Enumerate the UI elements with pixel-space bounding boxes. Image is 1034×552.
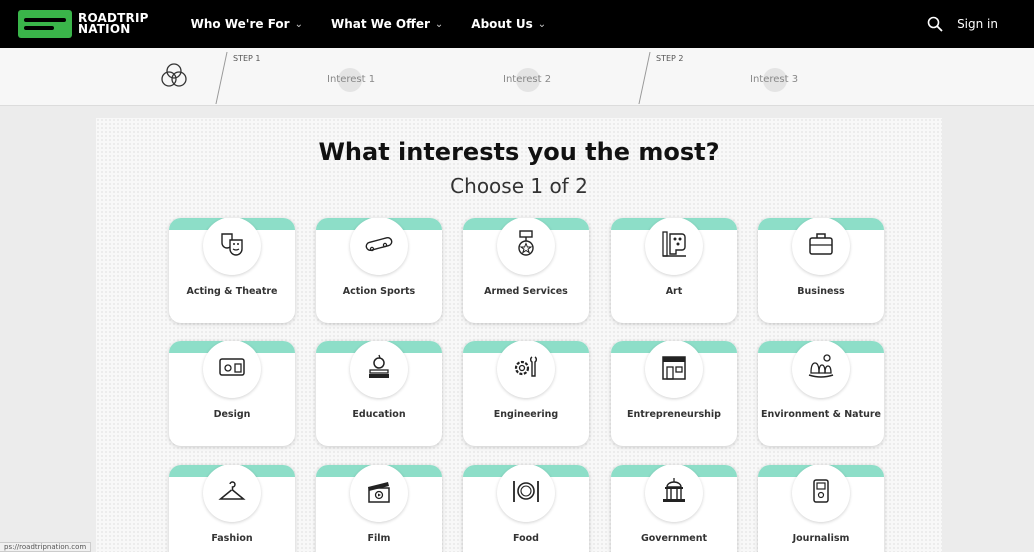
nav-item-label: Who We're For: [190, 17, 290, 31]
interests-panel: What interests you the most? Choose 1 of…: [96, 118, 942, 552]
interest-card-action-sports[interactable]: Action Sports: [316, 218, 442, 323]
storefront-icon: [662, 356, 686, 380]
search-icon[interactable]: [927, 16, 943, 32]
nav-item-label: What We Offer: [330, 17, 430, 31]
roadtrip-nation-logo[interactable]: ROADTRIP NATION: [18, 10, 149, 38]
card-label: Action Sports: [342, 286, 416, 297]
page-subtitle: Choose 1 of 2: [450, 174, 588, 198]
interest-card-fashion[interactable]: Fashion: [169, 465, 295, 552]
interest-card-government[interactable]: Government: [611, 465, 737, 552]
card-label: Government: [640, 533, 708, 544]
interest-card-design[interactable]: Design: [169, 341, 295, 446]
interest-card-entrepreneurship[interactable]: Entrepreneurship: [611, 341, 737, 446]
capitol-icon: [663, 478, 685, 502]
interest-card-film[interactable]: Film: [316, 465, 442, 552]
palette-icon: [662, 231, 686, 257]
page-title: What interests you the most?: [318, 138, 720, 166]
nav-item-who-were-for[interactable]: Who We're For ⌄: [191, 17, 303, 31]
interest-3-slot: Interest 3: [750, 74, 799, 85]
interest-card-environment-nature[interactable]: Environment & Nature: [758, 341, 884, 446]
card-label: Engineering: [493, 409, 559, 420]
chevron-down-icon: ⌄: [434, 18, 444, 30]
hanger-icon: [218, 481, 246, 500]
venn-diagram-icon: [161, 63, 187, 87]
card-label: Acting & Theatre: [186, 286, 278, 297]
nav-item-about-us[interactable]: About Us ⌄: [471, 17, 546, 31]
card-label: Design: [213, 409, 251, 420]
nav-item-label: About Us: [471, 17, 533, 31]
card-label: Business: [797, 286, 845, 297]
browser-status-url: ps://roadtripnation.com: [0, 542, 92, 552]
nav-item-what-we-offer[interactable]: What We Offer ⌄: [331, 17, 443, 31]
apple-books-icon: [369, 354, 389, 378]
steps-progress-bar: STEP 1 Interest 1 Interest 2 STEP 2 Inte…: [0, 48, 1034, 106]
card-label: Food: [513, 533, 539, 544]
card-label: Journalism: [792, 533, 850, 544]
plate-cutlery-icon: [513, 481, 539, 502]
chevron-down-icon: ⌄: [294, 18, 303, 30]
step-divider: [215, 52, 228, 104]
sign-in-link[interactable]: Sign in: [957, 17, 998, 31]
medal-icon: [518, 230, 534, 256]
recorder-icon: [813, 479, 829, 503]
card-label: Art: [665, 286, 683, 297]
logo-mark-icon: [18, 10, 72, 38]
interest-card-acting-theatre[interactable]: Acting & Theatre: [169, 218, 295, 323]
landscape-icon: [808, 354, 834, 378]
card-label: Environment & Nature: [760, 409, 882, 420]
chevron-down-icon: ⌄: [537, 18, 547, 30]
briefcase-icon: [809, 233, 833, 255]
interest-card-education[interactable]: Education: [316, 341, 442, 446]
top-navigation: ROADTRIP NATION Who We're For ⌄ What We …: [0, 0, 1034, 48]
card-label: Fashion: [211, 533, 253, 544]
interest-1-slot: Interest 1: [327, 74, 376, 85]
card-label: Film: [367, 533, 391, 544]
card-label: Entrepreneurship: [627, 409, 721, 420]
step-2-label: STEP 2: [656, 54, 684, 63]
step-1-label: STEP 1: [233, 54, 261, 63]
logo-text-line2: NATION: [78, 22, 131, 36]
interest-card-engineering[interactable]: Engineering: [463, 341, 589, 446]
interest-card-business[interactable]: Business: [758, 218, 884, 323]
nav-menu: Who We're For ⌄ What We Offer ⌄ About Us…: [191, 17, 574, 31]
interest-card-food[interactable]: Food: [463, 465, 589, 552]
interest-card-armed-services[interactable]: Armed Services: [463, 218, 589, 323]
gear-wrench-icon: [514, 356, 537, 377]
step-divider: [638, 52, 651, 104]
design-tools-icon: [219, 358, 245, 376]
card-label: Education: [352, 409, 406, 420]
interest-2-slot: Interest 2: [503, 74, 552, 85]
clapperboard-icon: [368, 482, 390, 503]
theatre-masks-icon: [221, 233, 243, 256]
card-label: Armed Services: [484, 286, 568, 297]
interest-card-journalism[interactable]: Journalism: [758, 465, 884, 552]
skateboard-icon: [365, 236, 393, 252]
interest-card-art[interactable]: Art: [611, 218, 737, 323]
